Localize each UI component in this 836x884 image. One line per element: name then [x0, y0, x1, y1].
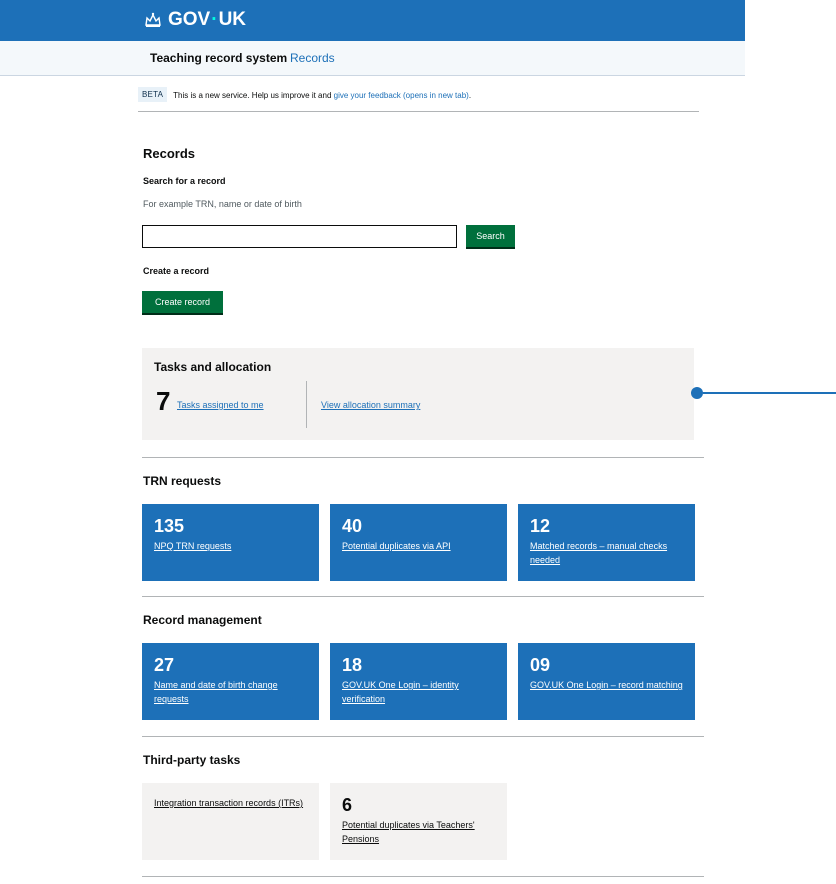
phase-banner: BETA This is a new service. Help us impr…: [138, 87, 699, 112]
beta-tag: BETA: [138, 87, 168, 102]
card-count: 135: [154, 516, 185, 536]
create-record-button[interactable]: Create record: [142, 291, 223, 313]
card-count: 09: [530, 655, 551, 675]
card-count: 6: [342, 795, 353, 815]
annotation-line: [703, 392, 836, 394]
card-link[interactable]: Integration transaction records (ITRs): [154, 797, 314, 811]
govuk-header: GOV · UK: [0, 0, 745, 41]
card-link[interactable]: GOV.UK One Login – identity verification: [342, 679, 502, 706]
third-party-title: Third-party tasks: [143, 753, 241, 767]
card-link[interactable]: Matched records – manual checks needed: [530, 540, 690, 567]
tasks-count: 7: [156, 386, 171, 416]
govuk-logo-link[interactable]: GOV · UK: [144, 9, 246, 31]
logo-dot: ·: [211, 9, 218, 30]
card-count: 18: [342, 655, 363, 675]
card-potential-duplicates-api[interactable]: 40 Potential duplicates via API: [330, 504, 507, 581]
search-hint: For example TRN, name or date of birth: [143, 199, 302, 209]
card-itr[interactable]: Integration transaction records (ITRs): [142, 783, 319, 860]
card-npq-trn-requests[interactable]: 135 NPQ TRN requests: [142, 504, 319, 581]
tasks-allocation-panel: Tasks and allocation 7 Tasks assigned to…: [142, 348, 694, 440]
card-one-login-matching[interactable]: 09 GOV.UK One Login – record matching: [518, 643, 695, 720]
service-navigation: Teaching record system Records: [0, 41, 745, 76]
tasks-divider: [306, 381, 307, 428]
section-divider: [142, 876, 704, 877]
card-link[interactable]: Name and date of birth change requests: [154, 679, 314, 706]
allocation-summary-link[interactable]: View allocation summary: [321, 400, 420, 410]
tasks-title: Tasks and allocation: [154, 360, 272, 374]
trn-requests-title: TRN requests: [143, 474, 222, 488]
crown-icon: [145, 12, 161, 27]
page-title: Records: [143, 146, 196, 161]
search-label: Search for a record: [143, 176, 226, 186]
card-matched-records[interactable]: 12 Matched records – manual checks neede…: [518, 504, 695, 581]
section-divider: [142, 736, 704, 737]
phase-banner-text: This is a new service. Help us improve i…: [173, 91, 472, 100]
card-link[interactable]: Potential duplicates via API: [342, 540, 502, 554]
card-teachers-pensions[interactable]: 6 Potential duplicates via Teachers' Pen…: [330, 783, 507, 860]
section-divider: [142, 457, 704, 458]
logo-text-uk: UK: [218, 9, 247, 30]
card-count: 40: [342, 516, 363, 536]
section-divider: [142, 596, 704, 597]
nav-link-records[interactable]: Records: [290, 51, 335, 65]
tasks-assigned-link[interactable]: Tasks assigned to me: [177, 400, 264, 410]
service-name[interactable]: Teaching record system: [150, 51, 287, 65]
card-one-login-identity[interactable]: 18 GOV.UK One Login – identity verificat…: [330, 643, 507, 720]
card-count: 12: [530, 516, 551, 536]
card-link[interactable]: GOV.UK One Login – record matching: [530, 679, 690, 693]
card-count: 27: [154, 655, 175, 675]
record-management-title: Record management: [143, 613, 262, 627]
logo-text-gov: GOV: [168, 9, 211, 30]
card-link[interactable]: Potential duplicates via Teachers' Pensi…: [342, 819, 502, 846]
create-heading: Create a record: [143, 266, 210, 276]
card-link[interactable]: NPQ TRN requests: [154, 540, 314, 554]
card-name-dob-change[interactable]: 27 Name and date of birth change request…: [142, 643, 319, 720]
search-button[interactable]: Search: [466, 225, 515, 247]
search-input[interactable]: [142, 225, 457, 248]
annotation-dot: [691, 387, 703, 399]
feedback-link[interactable]: give your feedback (opens in new tab): [334, 91, 469, 100]
